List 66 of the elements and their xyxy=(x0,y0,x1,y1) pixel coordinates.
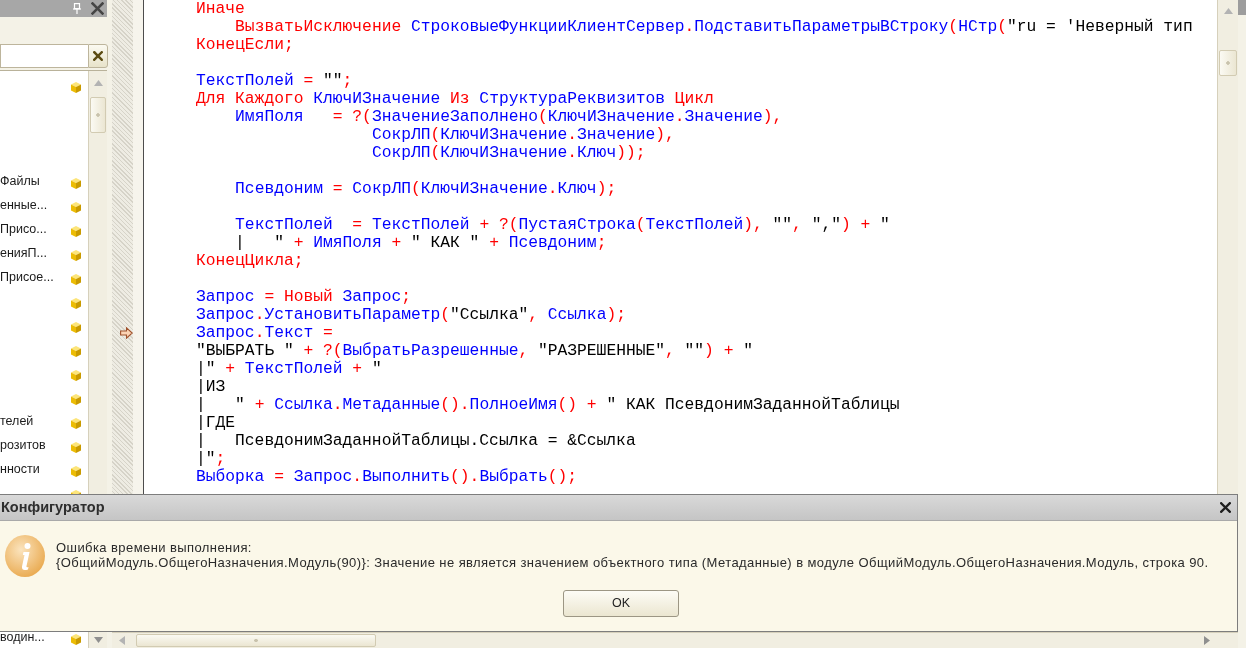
code-line: Для Каждого КлючИЗначение Из СтруктураРеквизитов Цикл xyxy=(196,90,714,108)
code-line: | ПсевдонимЗаданнойТаблицы.Ссылка = &Ссылка xyxy=(196,432,636,450)
right-arrow-icon[interactable] xyxy=(1204,636,1210,645)
error-message: Ошибка времени выполнения: xyxy=(56,540,253,555)
code-line: СокрЛП(КлючИЗначение.Ключ)); xyxy=(371,144,646,162)
tree-item[interactable]: нности xyxy=(0,461,40,481)
tree-item[interactable]: Файлы xyxy=(0,173,40,193)
up-arrow-icon[interactable] xyxy=(93,80,103,86)
cube-icon xyxy=(71,201,81,213)
cube-icon xyxy=(71,177,81,189)
cube-icon xyxy=(71,297,81,309)
cube-icon xyxy=(71,345,81,357)
code-line: |"; xyxy=(196,450,226,468)
code-line: | " + ИмяПоля + " КАК " + Псевдоним; xyxy=(235,234,607,252)
code-line: | " + Ссылка.Метаданные().ПолноеИмя() + " КАК ПсевдонимЗаданнойТаблицы xyxy=(196,396,900,414)
cube-icon xyxy=(71,465,81,477)
cube-icon xyxy=(71,633,81,645)
cube-icon xyxy=(71,417,81,429)
code-line: Псевдоним = СокрЛП(КлючИЗначение.Ключ); xyxy=(235,180,617,198)
down-arrow-icon[interactable] xyxy=(93,637,103,643)
tree-item[interactable]: розитов xyxy=(0,437,46,457)
cube-icon xyxy=(71,225,81,237)
code-line: Запрос.УстановитьПараметр("Ссылка", Ссылка); xyxy=(196,306,626,324)
tree-item[interactable]: Присое... xyxy=(0,269,54,289)
cube-icon xyxy=(71,321,81,333)
cube-icon xyxy=(71,441,81,453)
tree-item[interactable]: енияП... xyxy=(0,245,47,265)
code-line: Запрос = Новый Запрос; xyxy=(196,288,411,306)
code-line: |" + ТекстПолей + " xyxy=(196,360,382,378)
left-arrow-icon[interactable] xyxy=(119,636,125,645)
tree-item[interactable]: енные... xyxy=(0,197,48,217)
tree-item[interactable]: Присо... xyxy=(0,221,47,241)
code-line: |ГДЕ xyxy=(196,414,236,432)
code-line: |ИЗ xyxy=(196,378,226,396)
close-icon[interactable] xyxy=(93,51,103,61)
code-line: "ВЫБРАТЬ " + ?(ВыбратьРазрешенные, "РАЗРЕШЕННЫЕ", "") + " xyxy=(196,342,753,360)
scrollbar-thumb[interactable] xyxy=(1219,50,1237,76)
code-line: ТекстПолей = ТекстПолей + ?(ПустаяСтрока(ТекстПолей), "", ",") + " xyxy=(235,216,890,234)
clear-search-button[interactable] xyxy=(88,44,108,68)
info-icon xyxy=(5,535,45,577)
scrollbar-thumb[interactable] xyxy=(90,97,106,133)
code-line: ТекстПолей = ""; xyxy=(196,72,353,90)
code-line: ИмяПоля = ?(ЗначениеЗаполнено(КлючИЗначение.Значение), xyxy=(235,108,783,126)
cube-icon xyxy=(71,249,81,261)
search-field[interactable] xyxy=(0,44,88,68)
scrollbar-thumb[interactable] xyxy=(136,634,376,647)
cube-icon xyxy=(71,393,81,405)
up-arrow-icon[interactable] xyxy=(1223,8,1233,14)
cube-icon xyxy=(71,81,81,93)
dialog-button[interactable]: OK xyxy=(563,590,679,617)
horizontal-scrollbar[interactable] xyxy=(112,632,1217,648)
close-icon[interactable] xyxy=(1220,502,1231,513)
tree-item[interactable]: телей xyxy=(0,413,34,433)
code-line: Выборка = Запрос.Выполнить().Выбрать(); xyxy=(196,468,578,486)
error-details: {ОбщийМодуль.ОбщегоНазначения.Модуль(90)}: Значение не является значением объектного типа (Метаданные) в модуле ОбщийМодуль.ОбщегоНазначения.Модуль, строка 90. xyxy=(56,555,1209,570)
code-line: СокрЛП(КлючИЗначение.Значение), xyxy=(371,126,675,144)
code-line: Иначе xyxy=(196,0,245,18)
cube-icon xyxy=(71,273,81,285)
pin-icon[interactable] xyxy=(73,3,81,14)
tree-item[interactable]: водин... xyxy=(0,629,45,648)
cube-icon xyxy=(71,369,81,381)
dialog-title: Конфигуратор xyxy=(1,497,105,517)
code-line: Запрос.Текст = xyxy=(196,324,333,342)
code-line: КонецЦикла; xyxy=(196,252,304,270)
code-line: ВызватьИсключение СтроковыеФункцииКлиентСервер.ПодставитьПараметрыВСтроку(НСтр("ru = 'Неверный тип xyxy=(235,18,1193,36)
code-line: КонецЕсли; xyxy=(196,36,294,54)
